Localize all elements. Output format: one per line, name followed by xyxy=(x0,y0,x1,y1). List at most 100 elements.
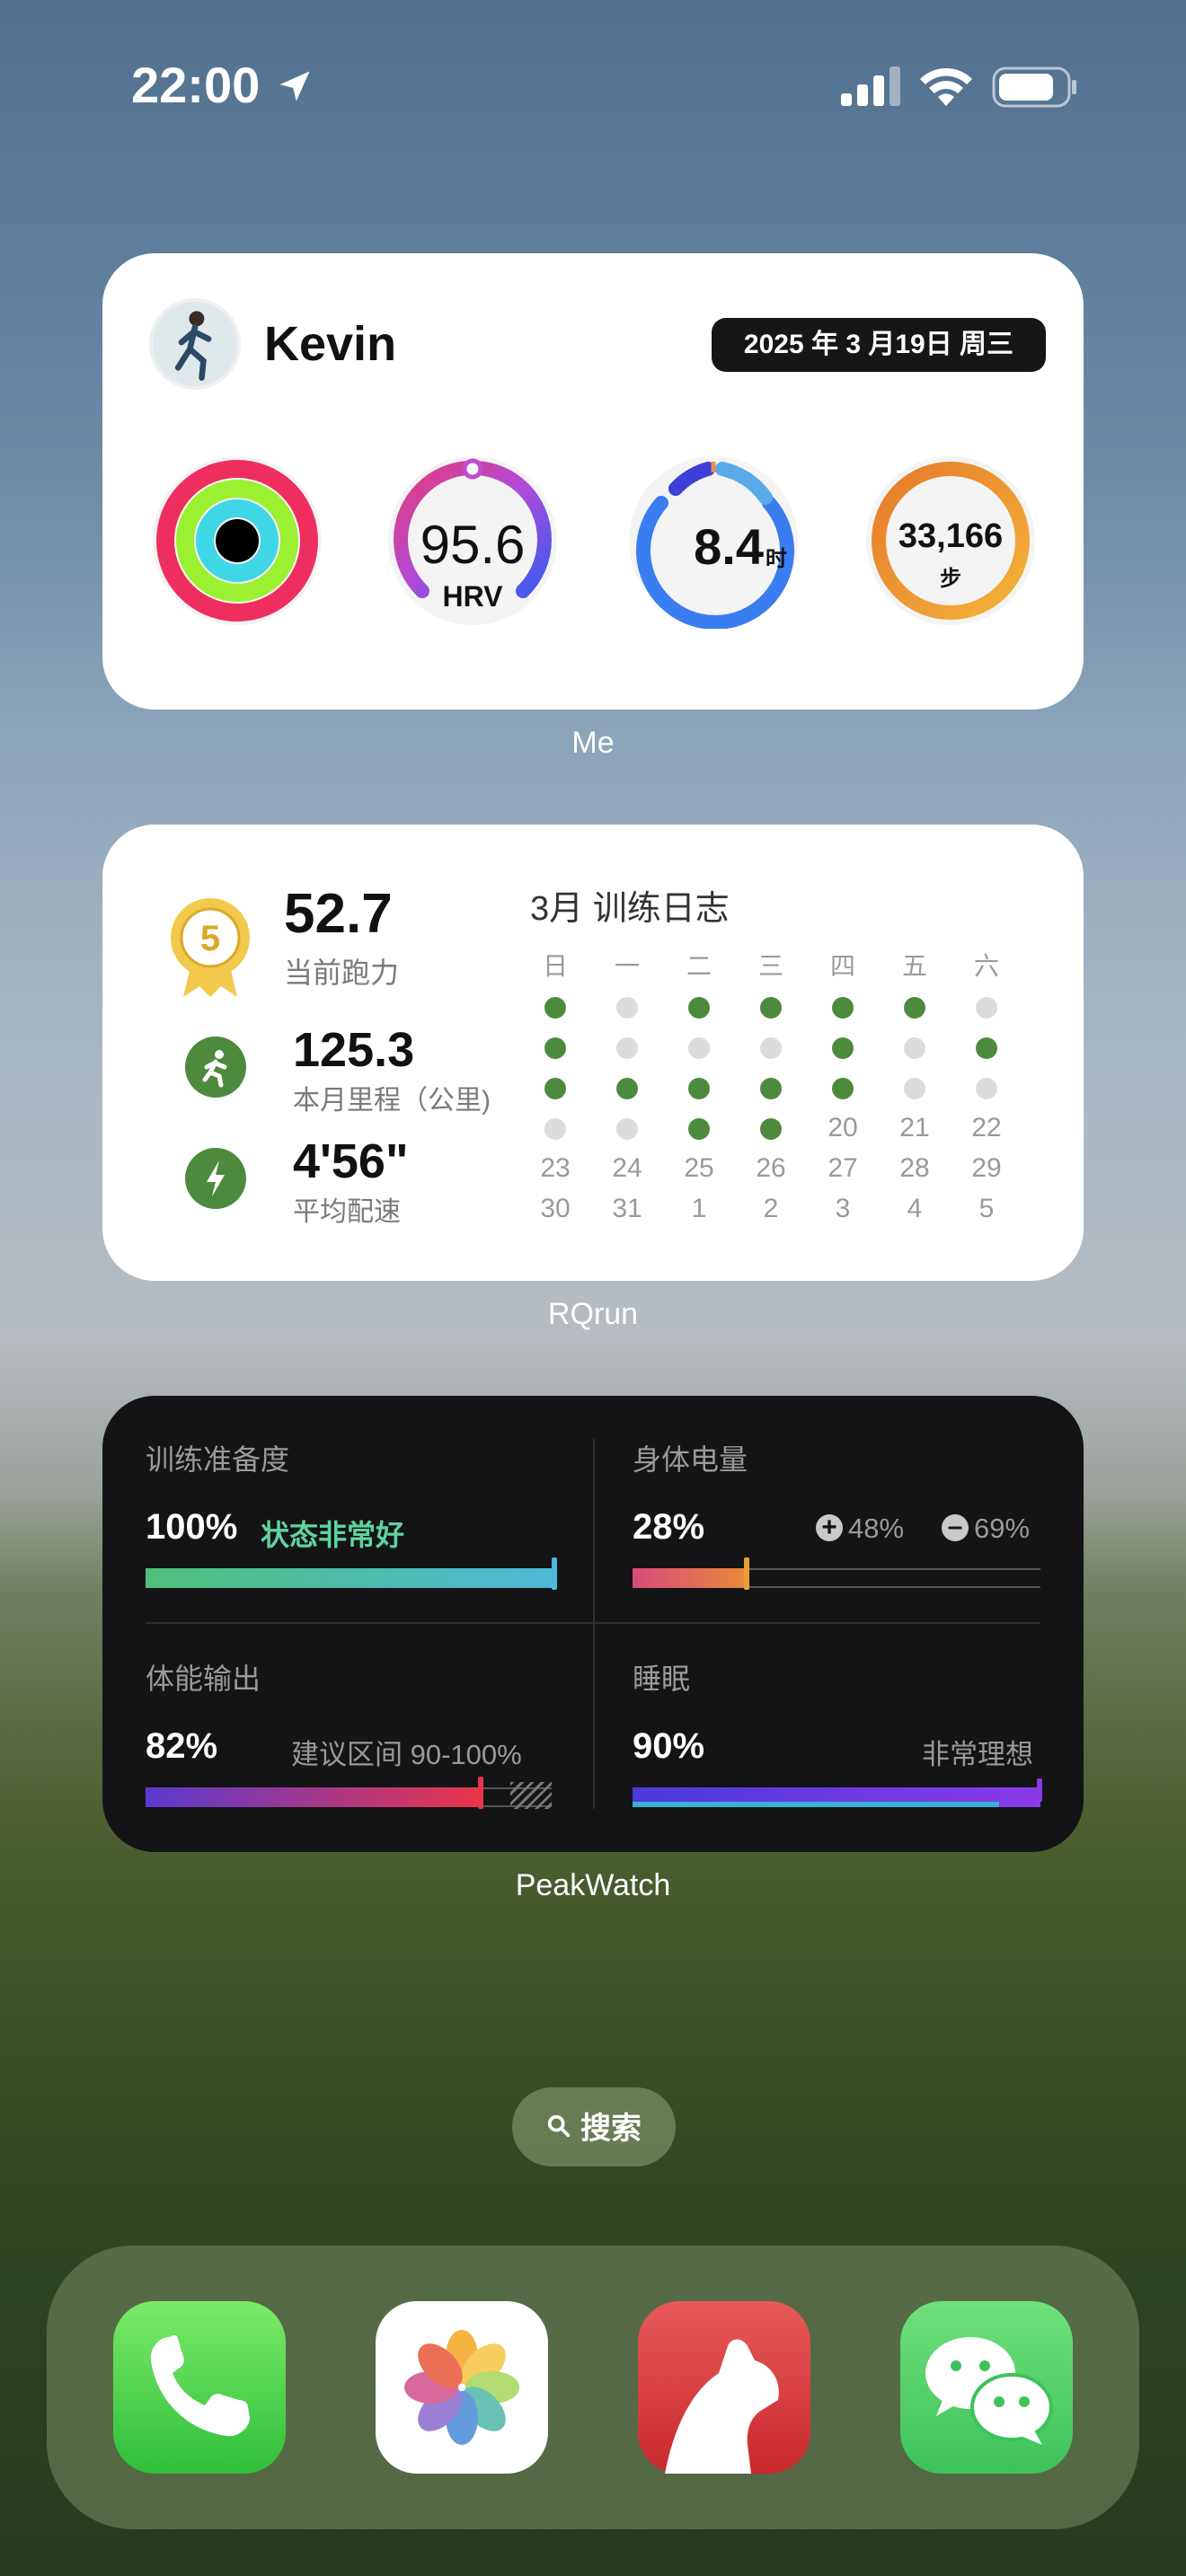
search-icon xyxy=(546,2089,571,2168)
divider xyxy=(146,1622,1040,1624)
weekday-header: 一 xyxy=(614,952,640,980)
readiness-title: 训练准备度 xyxy=(146,1443,290,1476)
training-day-dot xyxy=(663,987,735,1027)
training-day-dot xyxy=(519,1028,591,1067)
training-day-dot xyxy=(663,1108,735,1148)
rest-day-dot xyxy=(591,987,663,1027)
calendar-day: 23 xyxy=(540,1153,571,1183)
search-label: 搜索 xyxy=(580,2112,642,2147)
readiness-status: 状态非常好 xyxy=(261,1519,405,1551)
search-button[interactable]: 搜索 xyxy=(512,2087,676,2166)
bear-icon[interactable] xyxy=(638,2301,810,2474)
rest-day-dot xyxy=(879,1028,951,1067)
rest-day-dot xyxy=(591,1108,663,1148)
calendar-day: 21 xyxy=(899,1113,930,1142)
training-day-dot xyxy=(735,987,807,1027)
calendar-day: 5 xyxy=(978,1194,995,1223)
calendar-day: 20 xyxy=(828,1113,858,1142)
running-icon xyxy=(185,1037,246,1098)
dock xyxy=(47,2245,1139,2529)
output-bar xyxy=(146,1787,479,1807)
training-day-dot xyxy=(807,1028,879,1067)
plus-circle-icon: + xyxy=(816,1514,843,1541)
widget-label-rqrun: RQrun xyxy=(547,1297,639,1331)
activity-rings xyxy=(153,456,322,625)
energy-minus: 69% xyxy=(974,1513,1031,1544)
steps-value: 33,166 xyxy=(898,517,1004,555)
calendar-day: 25 xyxy=(684,1153,714,1183)
training-day-dot xyxy=(591,1068,663,1107)
running-quotient-badge: 5 xyxy=(171,898,250,997)
calendar-day: 31 xyxy=(612,1194,642,1223)
photos-icon[interactable] xyxy=(376,2301,548,2474)
pace-label: 平均配速 xyxy=(293,1197,401,1227)
weekday-header: 日 xyxy=(542,952,568,980)
widget-label-peakwatch: PeakWatch xyxy=(515,1868,671,1902)
sleep-marker xyxy=(1037,1778,1042,1802)
calendar-day: 3 xyxy=(835,1194,851,1223)
divider xyxy=(593,1439,595,1809)
output-title: 体能输出 xyxy=(146,1663,261,1695)
status-time: 22:00 xyxy=(131,57,261,113)
lightning-icon xyxy=(185,1148,246,1209)
energy-value: 28% xyxy=(633,1507,705,1547)
sleep-title: 睡眠 xyxy=(633,1663,691,1695)
calendar-day: 24 xyxy=(612,1153,642,1183)
readiness-marker xyxy=(552,1557,557,1590)
rq-value: 52.7 xyxy=(284,883,393,945)
rqrun-widget[interactable]: 5 52.7 当前跑力 125.3 本月里程（公里) 4'56" 平均配速 3月… xyxy=(102,825,1084,1281)
sleep-unit: 时 xyxy=(766,547,787,571)
steps-unit: 步 xyxy=(940,567,961,591)
peakwatch-widget[interactable]: 训练准备度 100% 状态非常好 身体电量 28% + 48% – 69% 体能… xyxy=(102,1396,1084,1852)
sleep-sub-bar xyxy=(633,1802,999,1807)
distance-label: 本月里程（公里) xyxy=(293,1086,491,1116)
training-day-dot xyxy=(807,987,879,1027)
calendar-day: 2 xyxy=(763,1194,779,1223)
energy-title: 身体电量 xyxy=(633,1443,748,1476)
rest-day-dot xyxy=(519,1108,591,1148)
training-day-dot xyxy=(735,1108,807,1148)
minus-circle-icon: – xyxy=(942,1513,969,1541)
training-day-dot xyxy=(735,1068,807,1107)
me-widget[interactable]: Kevin 2025 年 3 月19日 周三 95.6 HRV 8.4 时 33… xyxy=(102,253,1084,710)
weekday-header: 六 xyxy=(973,952,999,980)
training-day-dot xyxy=(879,987,951,1027)
readiness-value: 100% xyxy=(146,1507,238,1547)
sleep-note: 非常理想 xyxy=(922,1739,1033,1770)
calendar-day: 22 xyxy=(971,1113,1002,1142)
training-day-dot xyxy=(519,987,591,1027)
output-target-zone xyxy=(510,1782,552,1809)
calendar-title: 3月 训练日志 xyxy=(530,890,730,928)
calendar-day: 26 xyxy=(756,1153,786,1183)
rest-day-dot xyxy=(951,1068,1022,1107)
weekday-header: 四 xyxy=(829,952,855,980)
avatar xyxy=(149,298,241,390)
weekday-header: 五 xyxy=(901,952,927,980)
rest-day-dot xyxy=(591,1028,663,1067)
battery-icon xyxy=(992,66,1076,108)
training-day-dot xyxy=(807,1068,879,1107)
training-day-dot xyxy=(951,1028,1022,1067)
readiness-bar xyxy=(146,1568,552,1588)
location-arrow-icon xyxy=(279,71,310,101)
sleep-value: 90% xyxy=(633,1726,705,1766)
wechat-icon[interactable] xyxy=(900,2301,1073,2474)
phone-icon[interactable] xyxy=(113,2301,286,2474)
calendar-day: 1 xyxy=(691,1194,707,1223)
date-pill: 2025 年 3 月19日 周三 xyxy=(712,318,1046,372)
user-name: Kevin xyxy=(264,317,397,371)
distance-value: 125.3 xyxy=(293,1023,415,1077)
cellular-signal-icon xyxy=(841,66,900,106)
wifi-icon xyxy=(920,67,972,106)
rest-day-dot xyxy=(735,1028,807,1067)
pace-value: 4'56" xyxy=(293,1134,409,1188)
weekday-header: 二 xyxy=(686,952,712,980)
rq-label: 当前跑力 xyxy=(284,957,400,989)
hrv-label: HRV xyxy=(442,580,503,613)
calendar-day: 28 xyxy=(899,1153,930,1183)
output-marker xyxy=(478,1777,483,1809)
runner-avatar-icon xyxy=(174,311,212,381)
sleep-value: 8.4 xyxy=(694,518,764,575)
calendar-day: 4 xyxy=(907,1194,923,1223)
output-note: 建议区间 90-100% xyxy=(291,1739,522,1770)
